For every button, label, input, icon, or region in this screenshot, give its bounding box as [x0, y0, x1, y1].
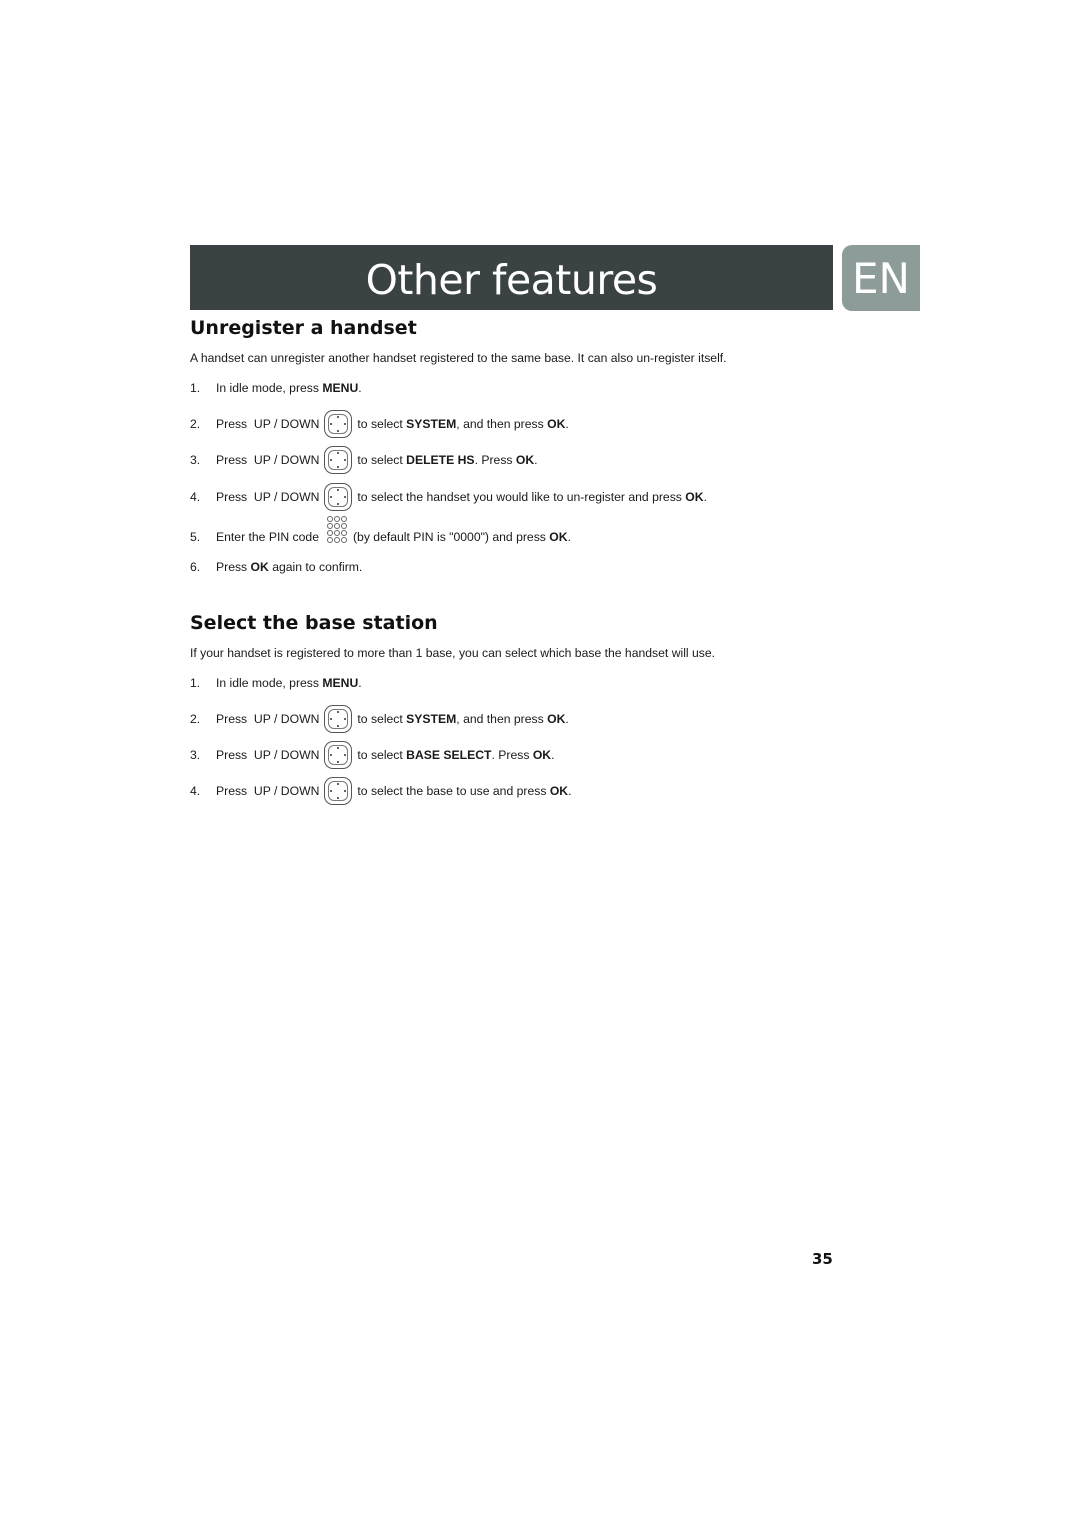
step-number: 3. [190, 453, 201, 467]
step-keyword: OK [549, 784, 569, 798]
step-text: . [567, 530, 571, 544]
step-text: Enter the PIN code [216, 530, 319, 544]
step-keyword: SYSTEM [406, 417, 457, 431]
step-number: 3. [190, 748, 201, 762]
step-text: In idle mode, press [216, 676, 323, 690]
step-text: to select the handset you would like to … [357, 490, 686, 504]
step-text: . [568, 784, 572, 798]
step-number: 6. [190, 560, 201, 574]
step-keyword: MENU [322, 676, 359, 690]
step-keyword: DELETE HS [406, 453, 475, 467]
step-number: 5. [190, 530, 201, 544]
step-number: 2. [190, 417, 201, 431]
nav-key-icon [324, 410, 353, 438]
section-intro-unregister: A handset can unregister another handset… [190, 351, 727, 365]
nav-key-icon [324, 741, 353, 769]
nav-key-icon [324, 483, 353, 511]
page-title: Other features [365, 255, 658, 304]
step-text: to select the base to use and press [357, 784, 550, 798]
nav-key-icon [324, 705, 353, 733]
page-number: 35 [812, 1250, 833, 1268]
step-text: Press UP / DOWN [216, 748, 320, 762]
step-text: . [551, 748, 555, 762]
step-item: 4. Press UP / DOWN to select the base to… [190, 773, 571, 809]
step-text: , and then press [456, 712, 548, 726]
step-keyword: OK [547, 417, 566, 431]
step-item: 1. In idle mode, press MENU. [190, 665, 362, 701]
section-intro-select-base: If your handset is registered to more th… [190, 646, 716, 660]
step-text: Press UP / DOWN [216, 453, 320, 467]
step-text: Press UP / DOWN [216, 417, 320, 431]
step-text: . [565, 712, 569, 726]
step-text: . [565, 417, 569, 431]
step-number: 2. [190, 712, 201, 726]
step-number: 4. [190, 490, 201, 504]
step-text: to select [357, 417, 407, 431]
step-text: . Press [474, 453, 516, 467]
section-header-bar: Other features [190, 245, 833, 310]
step-keyword: OK [515, 453, 535, 467]
step-text: In idle mode, press [216, 381, 323, 395]
step-text: Press UP / DOWN [216, 490, 320, 504]
step-item: 3. Press UP / DOWN to select DELETE HS. … [190, 442, 538, 478]
step-text: Press UP / DOWN [216, 712, 320, 726]
nav-key-icon [324, 446, 353, 474]
step-text: . [703, 490, 707, 504]
nav-key-icon [324, 777, 353, 805]
step-keyword: OK [532, 748, 552, 762]
step-number: 4. [190, 784, 201, 798]
step-text: . [358, 381, 362, 395]
step-number: 1. [190, 676, 201, 690]
step-keyword: OK [685, 490, 704, 504]
step-text: (by default PIN is "0000") and press [352, 530, 550, 544]
step-text: to select [357, 453, 407, 467]
step-keyword: BASE SELECT [406, 748, 492, 762]
step-text: , and then press [456, 417, 548, 431]
step-item: 3. Press UP / DOWN to select BASE SELECT… [190, 737, 554, 773]
step-item: 6. Press OK again to confirm. [190, 549, 362, 585]
section-title-unregister: Unregister a handset [190, 317, 417, 339]
step-text: . Press [491, 748, 533, 762]
section-title-select-base: Select the base station [190, 612, 438, 634]
step-text: Press [216, 560, 251, 574]
step-keyword: MENU [322, 381, 359, 395]
step-item: 4. Press UP / DOWN to select the handset… [190, 479, 707, 515]
step-text: to select [357, 712, 407, 726]
language-badge: EN [842, 245, 920, 311]
step-keyword: OK [547, 712, 566, 726]
step-text: again to confirm. [268, 560, 363, 574]
keypad-icon [326, 515, 347, 543]
step-text: . [358, 676, 362, 690]
step-item: 1. In idle mode, press MENU. [190, 370, 362, 406]
step-text: . [534, 453, 538, 467]
step-keyword: OK [549, 530, 568, 544]
step-text: to select [357, 748, 407, 762]
step-text: Press UP / DOWN [216, 784, 320, 798]
step-keyword: SYSTEM [406, 712, 457, 726]
step-item: 2. Press UP / DOWN to select SYSTEM, and… [190, 406, 569, 442]
step-number: 1. [190, 381, 201, 395]
step-item: 2. Press UP / DOWN to select SYSTEM, and… [190, 701, 569, 737]
step-keyword: OK [250, 560, 269, 574]
